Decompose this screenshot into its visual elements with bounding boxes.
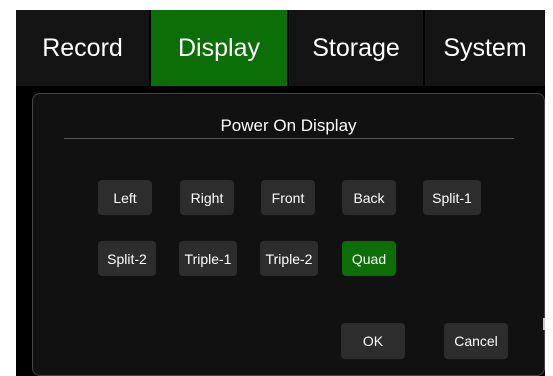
option-triple-1-button[interactable]: Triple-1 bbox=[179, 241, 237, 276]
tab-system[interactable]: System bbox=[425, 10, 545, 86]
cancel-button[interactable]: Cancel bbox=[444, 323, 508, 359]
option-split-2-label: Split-2 bbox=[107, 250, 147, 267]
title-divider bbox=[64, 138, 514, 139]
ok-button-label: OK bbox=[362, 333, 384, 349]
option-quad-label: Quad bbox=[351, 250, 387, 267]
tab-storage[interactable]: Storage bbox=[289, 10, 425, 86]
option-front-label: Front bbox=[271, 189, 305, 206]
dvr-screen: Record Display Storage System Power On D… bbox=[16, 10, 545, 376]
tab-system-label: System bbox=[443, 33, 527, 62]
tab-display-label: Display bbox=[178, 33, 260, 62]
option-left-button[interactable]: Left bbox=[98, 180, 152, 215]
cancel-button-label: Cancel bbox=[454, 333, 498, 349]
ok-button[interactable]: OK bbox=[341, 323, 405, 359]
option-front-button[interactable]: Front bbox=[261, 180, 315, 215]
option-back-label: Back bbox=[353, 189, 385, 206]
option-left-label: Left bbox=[113, 189, 137, 206]
option-back-button[interactable]: Back bbox=[342, 180, 396, 215]
option-right-button[interactable]: Right bbox=[180, 180, 234, 215]
dialog-title: Power On Display bbox=[220, 116, 357, 135]
tab-bar: Record Display Storage System bbox=[16, 10, 545, 86]
option-quad-button[interactable]: Quad bbox=[342, 241, 396, 276]
power-on-display-dialog: Power On Display Left Right Front Back S… bbox=[32, 93, 545, 376]
tab-storage-label: Storage bbox=[312, 33, 400, 62]
option-triple-2-button[interactable]: Triple-2 bbox=[260, 241, 318, 276]
option-split-2-button[interactable]: Split-2 bbox=[98, 241, 156, 276]
tab-record-label: Record bbox=[42, 33, 123, 62]
tab-record[interactable]: Record bbox=[16, 10, 151, 86]
option-split-1-label: Split-1 bbox=[432, 189, 472, 206]
option-split-1-button[interactable]: Split-1 bbox=[423, 180, 481, 215]
tab-display[interactable]: Display bbox=[151, 10, 289, 86]
option-right-label: Right bbox=[190, 189, 224, 206]
option-triple-1-label: Triple-1 bbox=[184, 250, 232, 267]
edge-mark bbox=[543, 318, 545, 330]
option-triple-2-label: Triple-2 bbox=[265, 250, 313, 267]
